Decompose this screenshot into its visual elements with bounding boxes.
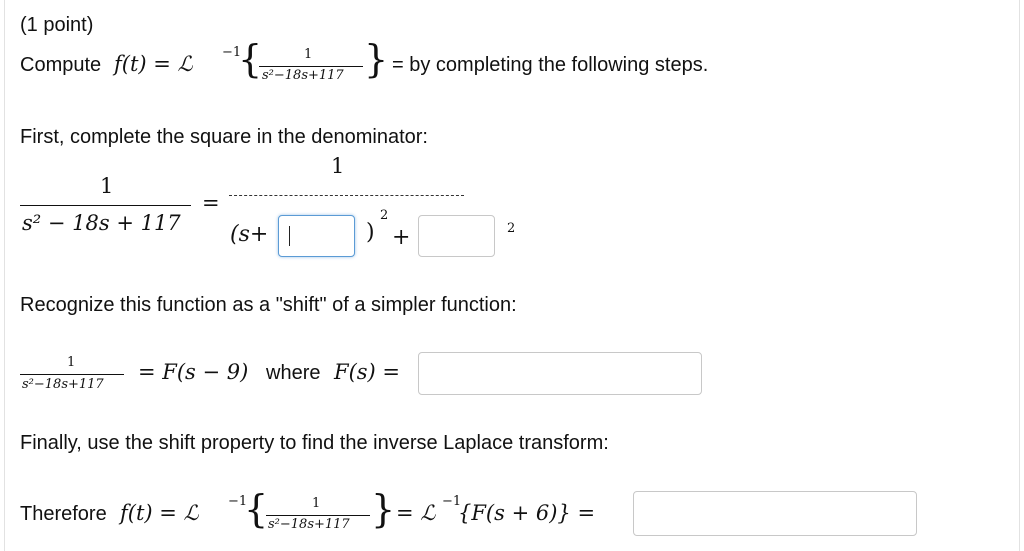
instruction-suffix: = by completing the following steps. [392,54,709,76]
step3-middle: = ℒ [396,501,436,525]
fraction-numerator: 1 [304,47,313,62]
f-of-t-expression: f(t) = ℒ [114,52,193,76]
square-exponent: 2 [380,208,389,223]
step3-fraction-bar [266,515,370,516]
shifted-expression: = F(s − 9) [138,360,249,384]
points-label: (1 point) [20,14,94,36]
paren-open: (s+ [230,222,269,247]
step3-right-brace: } [371,487,396,531]
plus-sign: + [392,225,411,250]
compute-label: Compute [20,54,102,76]
step3-left-brace: { [244,487,269,531]
problem-panel [4,0,1020,551]
constant-exponent: 2 [507,221,516,236]
rhs-numerator: 1 [331,154,345,178]
step2-fraction-bar [20,374,124,375]
step3-f-of-t: f(t) = ℒ [120,501,199,525]
final-answer-input[interactable] [633,491,917,536]
constant-input[interactable] [418,215,495,257]
step2-heading: Recognize this function as a "shift" of … [20,294,517,316]
rhs-fraction-bar [229,195,464,196]
fraction-bar [259,66,363,67]
step2-denominator: s²−18s+117 [22,377,104,392]
step3-numerator: 1 [312,496,321,511]
step3-heading: Finally, use the shift property to find … [20,432,609,454]
step1-heading: First, complete the square in the denomi… [20,126,428,148]
F-of-s-input[interactable] [418,352,702,395]
right-brace: } [364,37,389,81]
step2-numerator: 1 [67,355,76,370]
step3-tail: {F(s + 6)} = [458,501,596,525]
lhs-numerator: 1 [100,174,114,198]
F-of-s-label: F(s) = [334,360,401,384]
left-brace: { [238,37,263,81]
step3-denominator: s²−18s+117 [268,517,350,532]
equals-sign: = [202,191,220,215]
fraction-denominator: s²−18s+117 [262,68,344,83]
lhs-denominator: s² − 18s + 117 [22,211,181,235]
text-caret [289,226,290,246]
where-label: where [266,362,321,384]
lhs-fraction-bar [20,205,191,206]
shift-input[interactable] [278,215,355,257]
therefore-label: Therefore [20,503,107,525]
paren-close: ) [366,220,375,245]
